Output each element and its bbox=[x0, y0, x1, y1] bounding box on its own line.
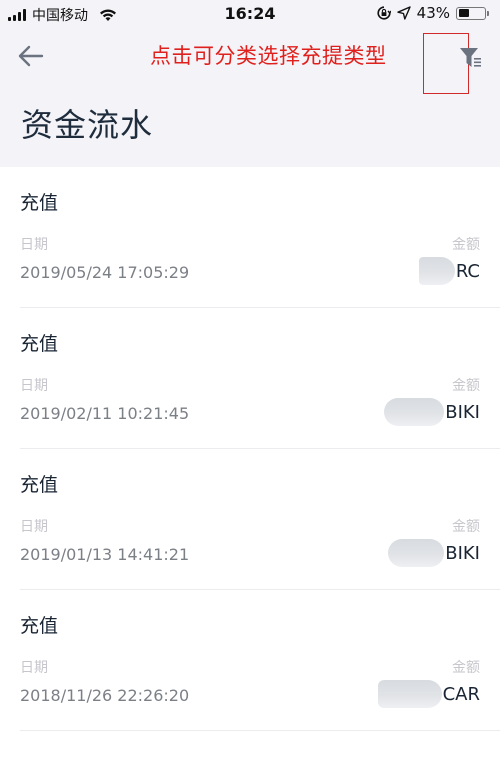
arrow-left-icon bbox=[18, 45, 44, 67]
transaction-amount: RC bbox=[418, 257, 480, 285]
transaction-list: 充值 日期 金额 2019/05/24 17:05:29 RC 充值 日期 金额… bbox=[0, 167, 500, 731]
status-right: 43% bbox=[377, 4, 489, 22]
transaction-item[interactable]: 充值 日期 金额 2018/11/26 22:26:20 CAR bbox=[20, 590, 500, 731]
annotation-text: 点击可分类选择充提类型 bbox=[150, 44, 387, 68]
transaction-amount: BIKI bbox=[384, 398, 480, 426]
back-button[interactable] bbox=[16, 42, 46, 70]
amount-label: 金额 bbox=[452, 378, 480, 394]
filter-button[interactable] bbox=[458, 45, 484, 71]
currency-code: CAR bbox=[442, 683, 480, 705]
currency-code: BIKI bbox=[445, 401, 480, 423]
redacted-amount bbox=[384, 398, 445, 426]
transaction-date: 2019/02/11 10:21:45 bbox=[20, 404, 190, 423]
amount-label: 金额 bbox=[452, 519, 480, 535]
currency-code: BIKI bbox=[445, 542, 480, 564]
status-bar: 中国移动 16:24 43% bbox=[0, 0, 500, 28]
transaction-item[interactable]: 充值 日期 金额 2019/05/24 17:05:29 RC bbox=[20, 167, 500, 308]
redacted-amount bbox=[377, 680, 442, 708]
date-label: 日期 bbox=[20, 378, 48, 394]
transaction-item[interactable]: 充值 日期 金额 2019/01/13 14:41:21 BIKI bbox=[20, 449, 500, 590]
transaction-date: 2019/05/24 17:05:29 bbox=[20, 263, 190, 282]
nav-bar: 点击可分类选择充提类型 bbox=[0, 28, 500, 94]
redacted-amount bbox=[418, 257, 455, 285]
rotation-lock-icon bbox=[377, 6, 391, 20]
transaction-date: 2019/01/13 14:41:21 bbox=[20, 545, 190, 564]
transaction-amount: CAR bbox=[377, 680, 480, 708]
date-label: 日期 bbox=[20, 519, 48, 535]
date-label: 日期 bbox=[20, 237, 48, 253]
transaction-item[interactable]: 充值 日期 金额 2019/02/11 10:21:45 BIKI bbox=[20, 308, 500, 449]
filter-list-icon bbox=[460, 48, 481, 67]
currency-code: RC bbox=[455, 260, 480, 282]
battery-percent: 43% bbox=[416, 4, 450, 22]
page-title: 资金流水 bbox=[21, 106, 154, 144]
transaction-type: 充值 bbox=[20, 474, 59, 496]
redacted-amount bbox=[388, 539, 445, 567]
transaction-type: 充值 bbox=[20, 333, 59, 355]
amount-label: 金额 bbox=[452, 660, 480, 676]
location-icon bbox=[396, 6, 411, 20]
transaction-amount: BIKI bbox=[388, 539, 480, 567]
date-label: 日期 bbox=[20, 660, 48, 676]
transaction-type: 充值 bbox=[20, 192, 59, 214]
amount-label: 金额 bbox=[452, 237, 480, 253]
transaction-date: 2018/11/26 22:26:20 bbox=[20, 686, 190, 705]
header-area: 中国移动 16:24 43% 点击可分类选择充提类型 资金流水 bbox=[0, 0, 500, 167]
transaction-type: 充值 bbox=[20, 615, 59, 637]
battery-level bbox=[458, 9, 470, 17]
battery-icon bbox=[456, 6, 489, 20]
